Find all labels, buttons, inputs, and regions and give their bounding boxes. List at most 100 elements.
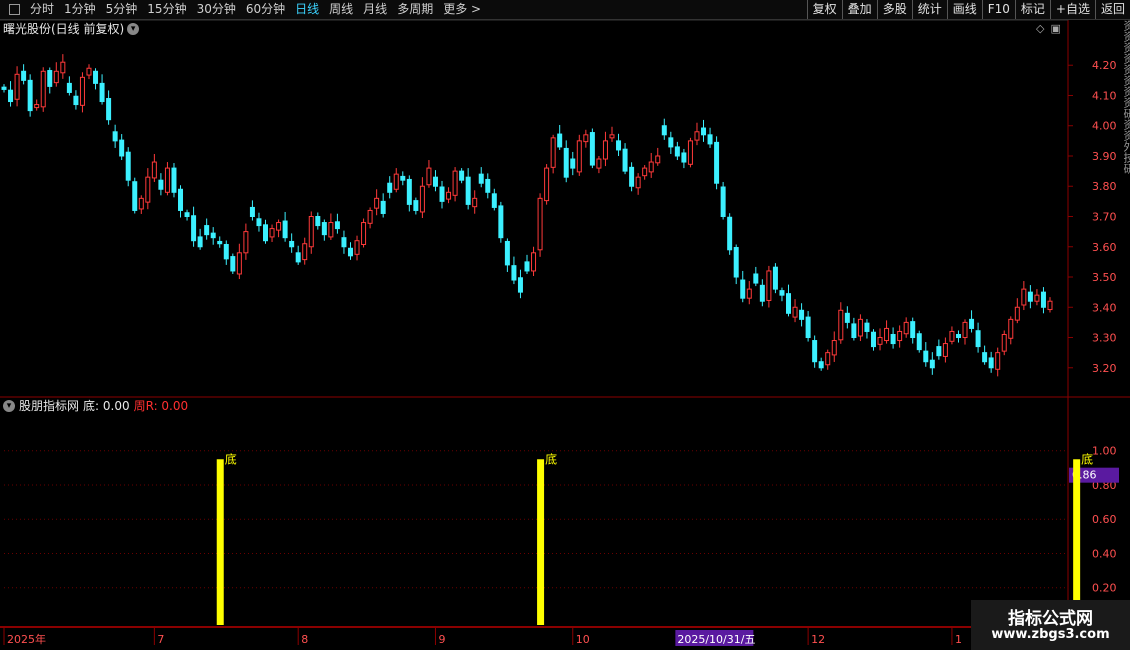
candle-body xyxy=(289,240,295,248)
candle-body xyxy=(740,279,746,299)
candle-body xyxy=(132,181,138,211)
candle-body xyxy=(426,167,432,186)
candle-body xyxy=(884,327,890,342)
candle-body xyxy=(452,170,458,196)
candle-body xyxy=(491,193,497,208)
candle-body xyxy=(570,158,576,169)
candle-body xyxy=(596,158,602,169)
candle-body xyxy=(870,331,876,348)
x-tick-label: 10 xyxy=(576,633,590,646)
candle-body xyxy=(583,134,589,143)
candle-body xyxy=(753,273,759,284)
right-info-strip: 资资资资资资资资研资资外技研 xyxy=(1119,20,1130,598)
candle-body xyxy=(1034,294,1040,302)
candle-body xyxy=(40,70,46,108)
candle-body xyxy=(361,222,367,245)
candle-body xyxy=(995,352,1001,370)
candle-body xyxy=(714,141,720,184)
candle-body xyxy=(308,216,314,248)
candle-body xyxy=(432,176,438,187)
x-tick-label: 1 xyxy=(955,633,962,646)
candle-body xyxy=(655,155,661,164)
candle-body xyxy=(916,333,922,351)
signal-bar xyxy=(216,459,224,625)
candle-body xyxy=(302,243,308,261)
candle-body xyxy=(805,316,811,339)
candle-body xyxy=(812,340,818,363)
candle-body xyxy=(524,261,530,272)
candle-body xyxy=(1008,318,1014,339)
candle-body xyxy=(648,161,654,173)
candle-body xyxy=(969,318,975,329)
candle-body xyxy=(112,131,118,142)
chevron-down-icon[interactable]: ▾ xyxy=(3,400,15,412)
candle-body xyxy=(504,240,510,266)
candle-body xyxy=(531,252,537,272)
candle-body xyxy=(230,256,236,272)
candle-body xyxy=(949,330,955,342)
candle-body xyxy=(844,312,850,323)
candle-body xyxy=(53,70,59,84)
x-tick-label: 12 xyxy=(811,633,825,646)
watermark-title: 指标公式网 xyxy=(1008,609,1093,629)
candle-body xyxy=(86,67,92,76)
candle-body xyxy=(66,82,72,93)
candle-body xyxy=(975,330,981,348)
candle-body xyxy=(1001,333,1007,352)
candle-body xyxy=(1014,306,1020,321)
y-tick-label: 4.20 xyxy=(1092,59,1117,72)
candle-body xyxy=(897,330,903,342)
candle-body xyxy=(609,134,615,139)
candle-body xyxy=(459,170,465,181)
y-tick-label: 4.00 xyxy=(1092,120,1117,133)
candle-body xyxy=(1021,288,1027,306)
candle-body xyxy=(354,240,360,255)
candle-body xyxy=(955,333,961,339)
candle-body xyxy=(217,240,223,245)
candle-body xyxy=(73,95,79,106)
candle-body xyxy=(256,218,262,227)
candle-body xyxy=(347,247,353,257)
ind-tick-label: 0.60 xyxy=(1092,513,1117,526)
candle-body xyxy=(681,152,687,163)
candle-body xyxy=(851,323,857,339)
candle-body xyxy=(485,178,491,193)
candle-body xyxy=(687,140,693,165)
candle-body xyxy=(1027,291,1033,302)
candle-body xyxy=(786,293,791,314)
candle-body xyxy=(642,167,648,177)
watermark-url: www.zbgs3.com xyxy=(991,627,1110,642)
candle-body xyxy=(367,209,373,224)
candle-body xyxy=(988,357,994,369)
candle-body xyxy=(393,173,399,190)
candle-body xyxy=(446,191,452,200)
candle-body xyxy=(263,224,268,242)
y-tick-label: 3.70 xyxy=(1092,211,1117,224)
x-tick-label: 9 xyxy=(438,633,445,646)
candle-body xyxy=(733,247,739,278)
candle-body xyxy=(93,70,99,84)
candle-body xyxy=(668,137,674,148)
candle-body xyxy=(576,140,582,173)
y-tick-label: 3.40 xyxy=(1092,301,1117,314)
candle-body xyxy=(557,133,563,148)
y-tick-label: 3.50 xyxy=(1092,271,1117,284)
candle-body xyxy=(962,321,968,339)
candle-body xyxy=(857,318,863,337)
y-tick-label: 3.90 xyxy=(1092,150,1117,163)
y-tick-label: 3.30 xyxy=(1092,332,1117,345)
y-tick-label: 3.80 xyxy=(1092,180,1117,193)
signal-bar xyxy=(537,459,545,625)
candle-body xyxy=(759,284,765,302)
candle-body xyxy=(47,70,53,87)
candle-body xyxy=(419,185,425,213)
y-tick-label: 3.20 xyxy=(1092,362,1117,375)
candle-body xyxy=(1040,291,1046,308)
ind-tick-label: 1.00 xyxy=(1092,445,1117,458)
candle-body xyxy=(831,340,837,356)
candle-body xyxy=(616,140,622,151)
candle-body xyxy=(701,127,707,136)
kline-chart[interactable]: 4.20 4.10 4.00 3.90 3.80 3.70 3.60 3.50 3.40 3.30… xyxy=(0,0,1130,650)
candle-body xyxy=(727,216,733,251)
candle-body xyxy=(635,176,641,189)
